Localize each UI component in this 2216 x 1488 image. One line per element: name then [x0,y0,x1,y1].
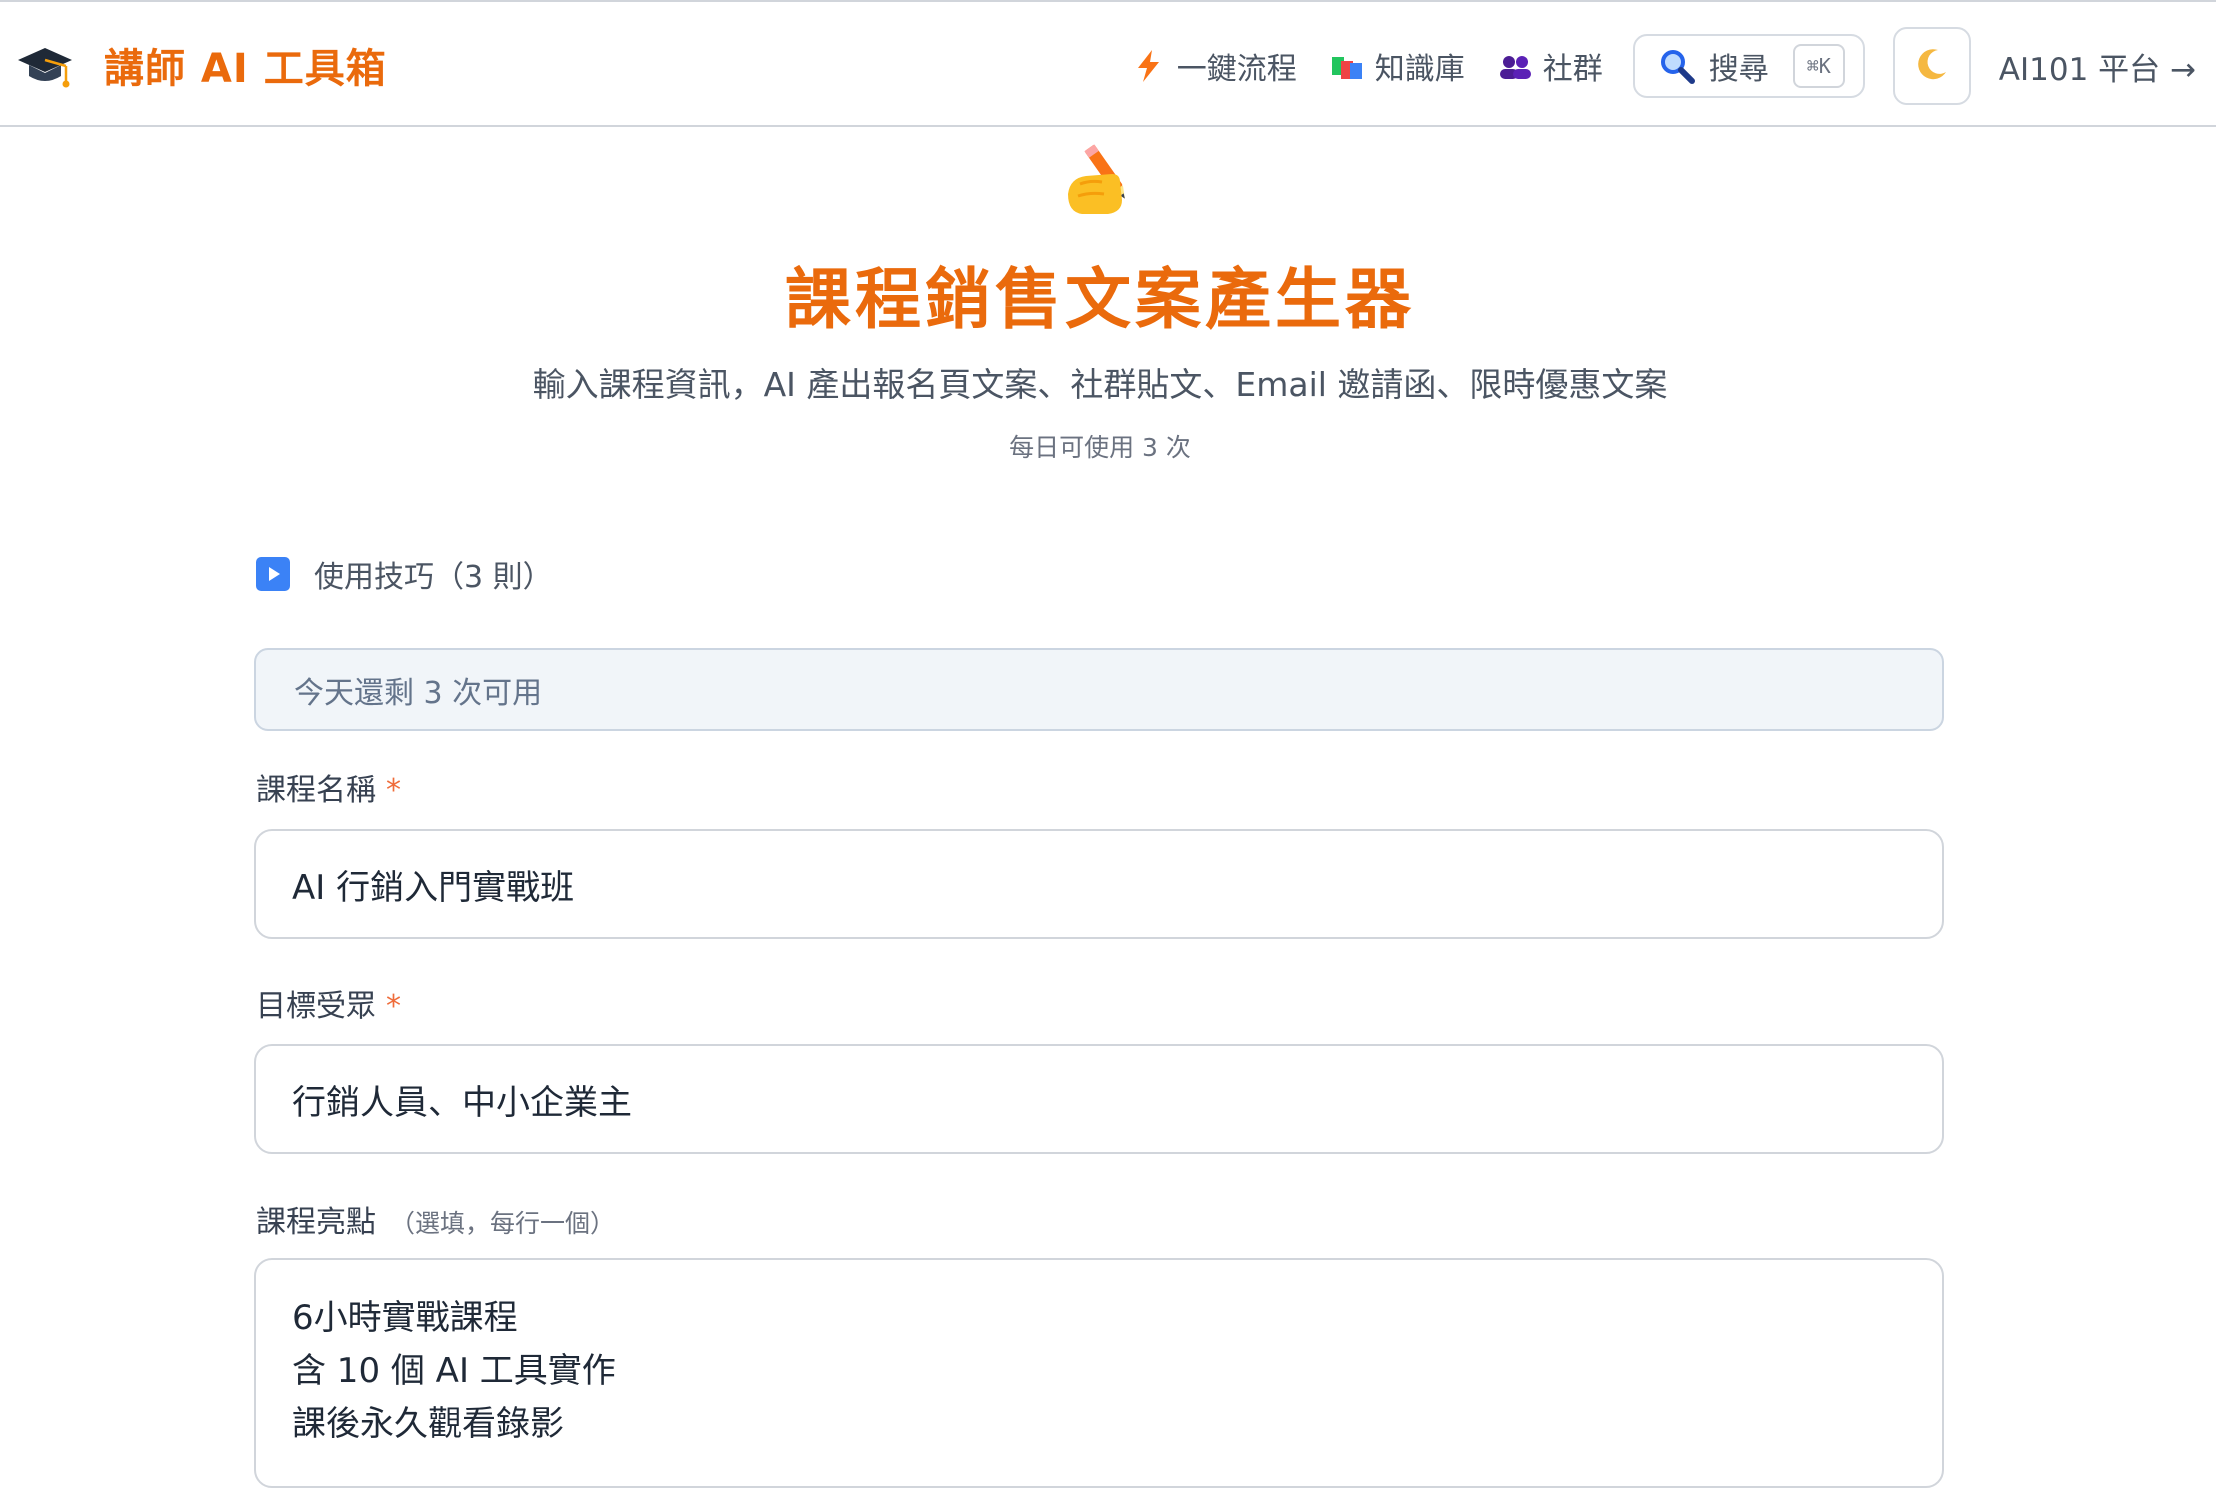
highlights-hint: （選填，每行一個） [390,1209,616,1238]
audience-input[interactable]: 行銷人員、中小企業主 [254,1044,1944,1154]
page-subtitle: 輸入課程資訊，AI 產出報名頁文案、社群貼文、Email 邀請函、限時優惠文案 [532,365,1668,404]
required-mark: * [386,773,401,808]
nav-link-community[interactable]: 社群 [1495,44,1603,88]
usage-tips-label: 使用技巧（3 則） [314,560,553,595]
nav-link-one-click-flow[interactable]: 一鍵流程 [1129,44,1297,88]
course-name-value: AI 行銷入門實戰班 [292,867,575,908]
highlights-textarea[interactable]: 6小時實戰課程 含 10 個 AI 工具實作 課後永久觀看錄影 [254,1258,1944,1488]
magnifier-icon [1657,46,1697,86]
nav-link-knowledge-base[interactable]: 知識庫 [1327,44,1465,88]
writing-hand-icon [1056,134,1144,222]
main-nav: 一鍵流程 知識庫 社群 搜尋 ⌘K AI101 平台 → [1129,26,2196,106]
highlight-line: 6小時實戰課程 [292,1298,518,1338]
course-name-label: 課程名稱 * [256,765,401,809]
nav-label: 社群 [1542,52,1603,87]
brand-link[interactable]: 講師 AI 工具箱 [16,36,387,94]
nav-label: 一鍵流程 [1176,52,1297,87]
daily-quota-note: 每日可使用 3 次 [1009,433,1191,462]
highlight-line: 課後永久觀看錄影 [292,1404,564,1444]
theme-toggle-button[interactable] [1892,27,1971,105]
search-label: 搜尋 [1708,52,1769,87]
books-icon [1327,46,1367,86]
highlights-label: 課程亮點 （選填，每行一個） [256,1197,615,1241]
course-name-label-text: 課程名稱 [256,773,376,808]
graduation-cap-icon [16,36,74,94]
platform-link[interactable]: AI101 平台 → [1999,44,2196,89]
usage-tips-toggle[interactable]: 使用技巧（3 則） [256,552,553,596]
course-name-input[interactable]: AI 行銷入門實戰班 [254,829,1944,939]
crescent-moon-icon [1912,44,1952,88]
required-mark: * [386,989,401,1024]
people-icon [1495,46,1535,86]
highlights-label-text: 課程亮點 [256,1205,376,1240]
highlight-line: 含 10 個 AI 工具實作 [292,1351,616,1391]
search-button[interactable]: 搜尋 ⌘K [1632,34,1865,98]
search-shortcut-badge: ⌘K [1792,44,1845,88]
page-title: 課程銷售文案產生器 [785,261,1415,338]
top-navbar: 講師 AI 工具箱 一鍵流程 知識庫 社群 搜尋 ⌘K AI101 平台 → [0,0,2216,127]
audience-label-text: 目標受眾 [256,989,376,1024]
remaining-uses-text: 今天還剩 3 次可用 [294,675,543,711]
play-icon [256,557,290,591]
audience-value: 行銷人員、中小企業主 [292,1082,632,1123]
nav-label: 知識庫 [1374,52,1465,87]
audience-label: 目標受眾 * [256,981,401,1025]
brand-name: 講師 AI 工具箱 [104,46,387,92]
lightning-icon [1129,46,1169,86]
remaining-uses-banner: 今天還剩 3 次可用 [254,648,1944,731]
